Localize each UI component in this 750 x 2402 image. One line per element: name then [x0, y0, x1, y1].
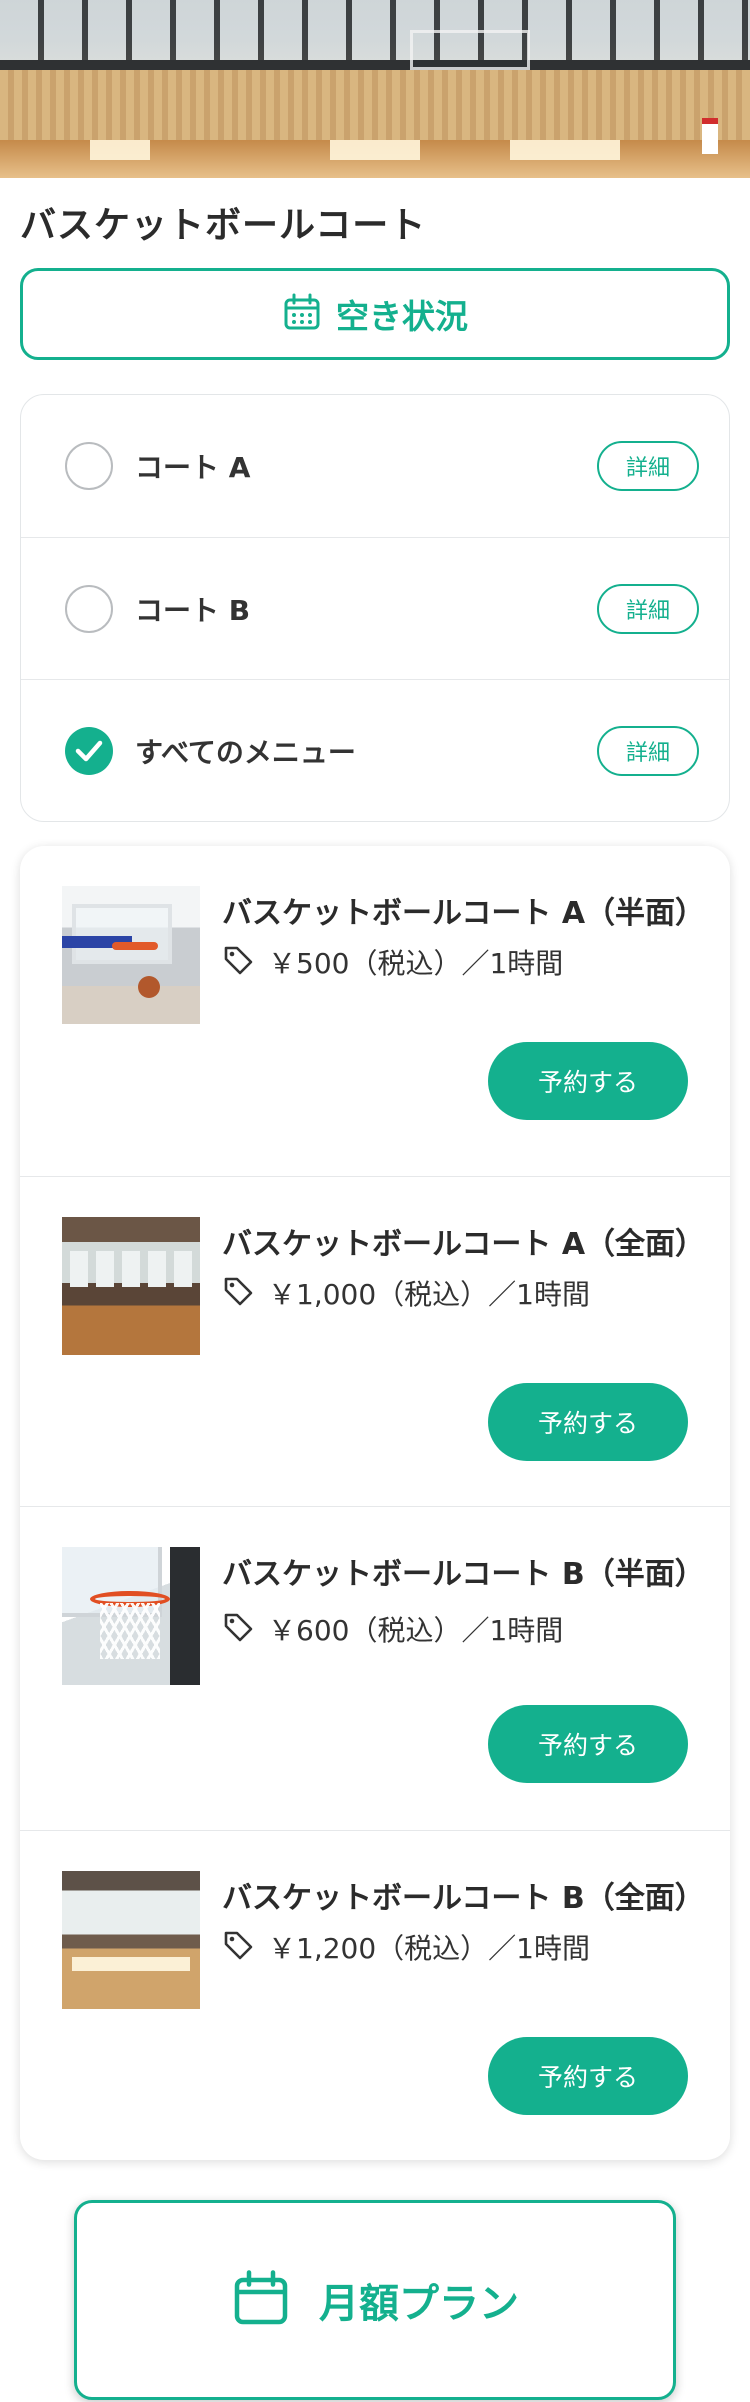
- filter-court-a[interactable]: コート A 詳細: [21, 395, 729, 537]
- price-row: ￥500（税込）／1時間: [222, 942, 563, 982]
- price-tag-icon: [222, 1611, 254, 1647]
- price-tag-icon: [222, 1275, 254, 1311]
- filter-court-b[interactable]: コート B 詳細: [21, 537, 729, 679]
- price: ￥500（税込）／1時間: [268, 947, 564, 980]
- price: ￥600（税込）／1時間: [268, 1614, 564, 1647]
- reserve-button[interactable]: 予約する: [488, 2037, 688, 2115]
- price-tag-icon: [222, 944, 254, 980]
- check-icon: [75, 740, 103, 761]
- calendar-icon: [231, 2268, 291, 2332]
- availability-label: 空き状況: [336, 297, 468, 336]
- hero-image: [0, 0, 750, 178]
- calendar-icon: [282, 292, 322, 336]
- menu-item: バスケットボールコート A（全面） ￥1,000（税込）／1時間 予約する: [20, 1176, 730, 1506]
- radio-button-checked[interactable]: [65, 726, 113, 775]
- price-row: ￥1,000（税込）／1時間: [222, 1273, 590, 1313]
- detail-button[interactable]: 詳細: [597, 725, 699, 776]
- page-title: バスケットボールコート: [20, 205, 427, 246]
- menu-item: バスケットボールコート A（半面） ￥500（税込）／1時間 予約する: [20, 846, 730, 1176]
- menu-title: バスケットボールコート A（全面）: [222, 1227, 706, 1262]
- radio-button[interactable]: [65, 442, 113, 490]
- menu-list: バスケットボールコート A（半面） ￥500（税込）／1時間 予約する バスケッ…: [20, 846, 730, 2160]
- court-thumbnail: [62, 1871, 200, 2009]
- menu-title: バスケットボールコート B（全面）: [222, 1881, 705, 1916]
- reserve-button[interactable]: 予約する: [488, 1383, 688, 1461]
- price: ￥1,000（税込）／1時間: [268, 1278, 590, 1311]
- court-thumbnail: [62, 886, 200, 1024]
- filter-label: コート B: [135, 593, 251, 627]
- monthly-plan-label: 月額プラン: [319, 2281, 519, 2327]
- menu-title: バスケットボールコート B（半面）: [222, 1557, 705, 1592]
- menu-item: バスケットボールコート B（半面） ￥600（税込）／1時間 予約する: [20, 1506, 730, 1830]
- filter-label: コート A: [135, 451, 251, 484]
- menu-item: バスケットボールコート B（全面） ￥1,200（税込）／1時間 予約する: [20, 1830, 730, 2160]
- price-row: ￥1,200（税込）／1時間: [222, 1927, 590, 1967]
- price: ￥1,200（税込）／1時間: [268, 1932, 590, 1965]
- price-tag-icon: [222, 1929, 254, 1965]
- availability-button[interactable]: 空き状況: [20, 268, 730, 360]
- court-thumbnail: [62, 1547, 200, 1685]
- reserve-button[interactable]: 予約する: [488, 1705, 688, 1783]
- menu-title: バスケットボールコート A（半面）: [222, 896, 706, 931]
- monthly-plan-button[interactable]: 月額プラン: [74, 2200, 676, 2400]
- detail-button[interactable]: 詳細: [597, 583, 699, 634]
- filter-all-menus[interactable]: すべてのメニュー 詳細: [21, 679, 729, 821]
- price-row: ￥600（税込）／1時間: [222, 1609, 563, 1649]
- detail-button[interactable]: 詳細: [597, 441, 699, 491]
- radio-button[interactable]: [65, 584, 113, 633]
- court-filter-list: コート A 詳細 コート B 詳細 すべてのメニュー 詳細: [20, 394, 730, 822]
- filter-label: すべてのメニュー: [135, 735, 356, 769]
- reserve-button[interactable]: 予約する: [488, 1042, 688, 1120]
- court-thumbnail: [62, 1217, 200, 1355]
